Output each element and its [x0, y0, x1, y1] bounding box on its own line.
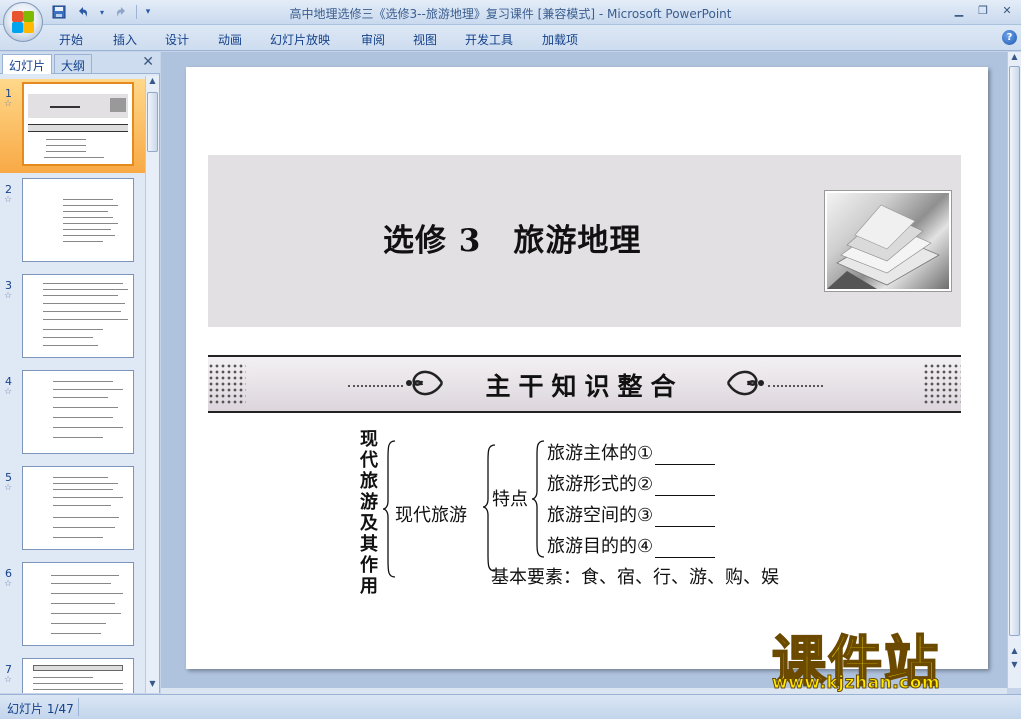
answer-blank: [655, 447, 716, 465]
office-logo-icon: [11, 10, 35, 34]
window-title: 高中地理选修三《选修3--旅游地理》复习课件 [兼容模式] - Microsof…: [289, 7, 732, 21]
slide-preview: [22, 178, 134, 262]
tab-slides[interactable]: 幻灯片: [2, 54, 53, 74]
transition-star-icon: ☆: [4, 483, 13, 493]
tab-view[interactable]: 视图: [413, 31, 437, 48]
slide-title[interactable]: 选修 3 旅游地理: [383, 215, 641, 260]
tab-developer[interactable]: 开发工具: [465, 31, 513, 48]
feature-item-4: 旅游目的的④: [547, 532, 716, 558]
tab-slideshow[interactable]: 幻灯片放映: [270, 31, 330, 48]
slide-indicator: 幻灯片 1/47: [7, 702, 74, 716]
tab-home[interactable]: 开始: [59, 31, 83, 48]
close-icon[interactable]: ✕: [995, 1, 1019, 19]
slide-thumbnail-1[interactable]: 1 ☆: [0, 79, 145, 173]
transition-star-icon: ☆: [4, 195, 13, 205]
answer-blank: [655, 509, 716, 527]
watermark-url: www.kjzhan.com: [771, 673, 941, 694]
pane-scrollbar[interactable]: ▲ ▼: [145, 76, 159, 693]
slide-preview: [22, 82, 134, 166]
slide-thumbnail-6[interactable]: 6 ☆: [0, 559, 145, 653]
editor-vertical-scrollbar[interactable]: ▲ ▲ ▼: [1007, 52, 1021, 688]
transition-star-icon: ☆: [4, 99, 13, 109]
answer-blank: [655, 478, 716, 496]
office-button[interactable]: [3, 2, 43, 42]
ribbon-tabs: 开始 插入 设计 动画 幻灯片放映 审阅 视图 开发工具 加载项 ?: [0, 25, 1021, 51]
feature-item-2: 旅游形式的②: [547, 470, 716, 496]
tab-design[interactable]: 设计: [165, 31, 189, 48]
next-slide-icon[interactable]: ▼: [1008, 660, 1021, 674]
node-features: 特点: [492, 489, 528, 510]
feature-item-1: 旅游主体的①: [547, 439, 716, 465]
tab-animations[interactable]: 动画: [218, 31, 242, 48]
root-topic: 现代旅游及其作用: [360, 429, 378, 597]
prev-slide-icon[interactable]: ▲: [1008, 646, 1021, 660]
brace-root: [382, 440, 396, 578]
scroll-up-icon[interactable]: ▲: [1008, 52, 1021, 66]
feature-item-3: 旅游空间的③: [547, 501, 716, 527]
title-band: 选修 3 旅游地理: [208, 155, 961, 327]
scroll-thumb[interactable]: [147, 92, 158, 152]
minimize-icon[interactable]: ▁: [947, 1, 971, 19]
watermark: 课件站 www.kjzhan.com: [771, 617, 1002, 694]
node-modern-tourism: 现代旅游: [395, 505, 467, 526]
slide-thumbnail-4[interactable]: 4 ☆: [0, 367, 145, 461]
slide-preview: [22, 370, 134, 454]
open-book-photo[interactable]: [824, 190, 952, 292]
tab-insert[interactable]: 插入: [113, 31, 137, 48]
slide-preview: [22, 658, 134, 693]
banner-title: 主干知识整合: [485, 372, 684, 401]
brace-features: [531, 440, 545, 558]
transition-star-icon: ☆: [4, 387, 13, 397]
slide-preview: [22, 466, 134, 550]
restore-icon[interactable]: ❐: [971, 1, 995, 19]
slide-thumbnail-7[interactable]: 7 ☆: [0, 655, 145, 693]
slides-pane: 幻灯片 大纲 ✕ 1 ☆ 2 ☆ 3 ☆ 4 ☆ 5 ☆ 6 ☆ 7 ☆ ▲ ▼: [0, 52, 160, 693]
section-banner: 主干知识整合: [208, 355, 961, 413]
answer-blank: [655, 540, 716, 558]
title-bar: ▾ ▾ 高中地理选修三《选修3--旅游地理》复习课件 [兼容模式] - Micr…: [0, 0, 1021, 25]
status-separator: [78, 698, 79, 716]
feature-label: 旅游形式的②: [547, 474, 654, 495]
slide-thumbnail-3[interactable]: 3 ☆: [0, 271, 145, 365]
transition-star-icon: ☆: [4, 579, 13, 589]
slide-thumbnail-5[interactable]: 5 ☆: [0, 463, 145, 557]
slide-preview: [22, 274, 134, 358]
scroll-up-icon[interactable]: ▲: [146, 76, 159, 90]
pane-tabs: 幻灯片 大纲 ✕: [0, 52, 160, 74]
slide-preview: [22, 562, 134, 646]
tab-review[interactable]: 审阅: [361, 31, 385, 48]
window-controls: ▁ ❐ ✕: [947, 1, 1019, 19]
thumbnail-list: 1 ☆ 2 ☆ 3 ☆ 4 ☆ 5 ☆ 6 ☆ 7 ☆: [0, 76, 145, 693]
feature-label: 旅游空间的③: [547, 505, 654, 526]
slide-editor: 选修 3 旅游地理 主干知识整合 现代旅游及其作用 现代旅游 特点 旅游主体的①…: [161, 52, 1007, 688]
pane-close-icon[interactable]: ✕: [142, 54, 154, 70]
feature-label: 旅游目的的④: [547, 536, 654, 557]
feature-label: 旅游主体的①: [547, 443, 654, 464]
help-icon[interactable]: ?: [1002, 30, 1017, 45]
transition-star-icon: ☆: [4, 291, 13, 301]
scroll-thumb[interactable]: [1009, 66, 1020, 636]
tab-outline[interactable]: 大纲: [54, 54, 93, 74]
slide-thumbnail-2[interactable]: 2 ☆: [0, 175, 145, 269]
basic-elements: 基本要素：食、宿、行、游、购、娱: [491, 567, 779, 588]
tab-addins[interactable]: 加载项: [542, 31, 578, 48]
status-bar: 幻灯片 1/47: [0, 694, 1021, 719]
current-slide[interactable]: 选修 3 旅游地理 主干知识整合 现代旅游及其作用 现代旅游 特点 旅游主体的①…: [186, 67, 988, 669]
transition-star-icon: ☆: [4, 675, 13, 685]
scroll-down-icon[interactable]: ▼: [146, 679, 159, 693]
